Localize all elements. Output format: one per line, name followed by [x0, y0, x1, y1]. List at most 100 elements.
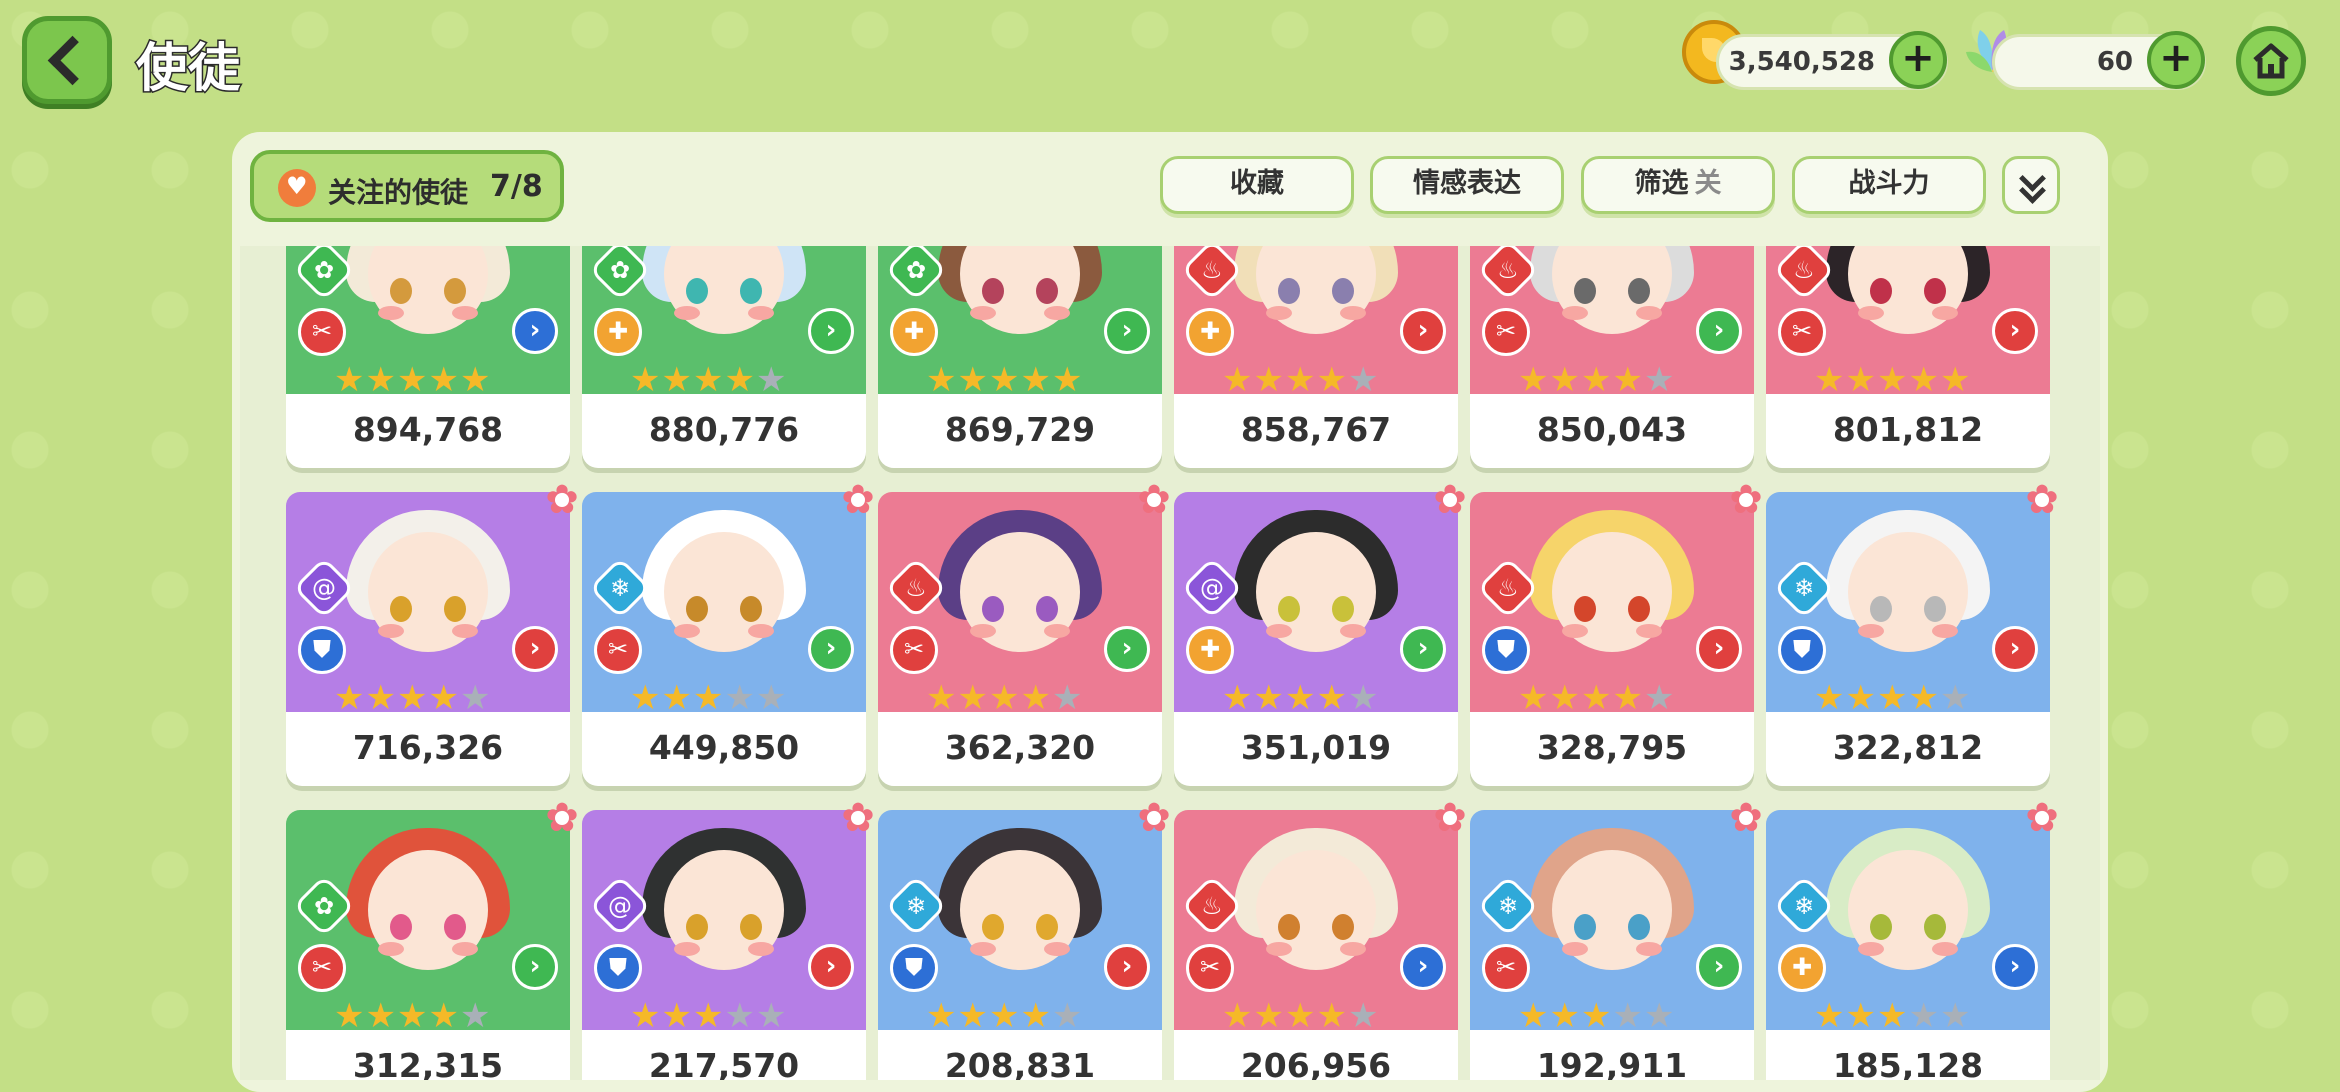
apostle-card[interactable]: ✿ ✚ › ★ ★ ★ ★ ★ 880,776 [582, 246, 866, 470]
followed-apostles-button[interactable]: 关注的使徒 7/8 [250, 150, 564, 222]
apostle-blush [378, 942, 404, 956]
apostle-card[interactable]: ❄ ⛊ › ★ ★ ★ ★ ★ 322,812 ✿ [1766, 480, 2059, 788]
add-gem-button[interactable]: + [2147, 31, 2205, 89]
filter-button[interactable]: 筛选关 [1581, 156, 1775, 214]
heart-icon [278, 169, 316, 207]
star-filled-icon: ★ [926, 678, 957, 718]
star-rating: ★ ★ ★ ★ ★ [630, 680, 786, 716]
apostle-card[interactable]: ♨ ✚ › ★ ★ ★ ★ ★ 858,767 [1174, 246, 1458, 470]
apostle-portrait: ❄ ✂ › ★ ★ ★ ★ ★ [582, 492, 866, 722]
star-filled-icon: ★ [428, 678, 459, 718]
apostle-face [1552, 246, 1672, 334]
emote-button[interactable]: 情感表达 [1370, 156, 1564, 214]
green-chevron-icon: › [1400, 626, 1446, 672]
star-filled-icon: ★ [1316, 678, 1347, 718]
apostle-blush [748, 942, 774, 956]
flower-badge-icon: ✿ [2022, 480, 2062, 520]
flower-badge-icon: ✿ [1430, 798, 1470, 838]
ice-element-icon: ❄ [884, 874, 948, 938]
apostle-eye [1036, 596, 1058, 622]
apostle-portrait: ♨ ✂ › ★ ★ ★ ★ ★ [1174, 810, 1458, 1040]
apostle-card[interactable]: ✿ ✂ › ★ ★ ★ ★ ★ 312,315 ✿ [286, 798, 579, 1080]
apostle-blush [970, 942, 996, 956]
apostle-eye [1870, 596, 1892, 622]
apostle-portrait: ✿ ✂ › ★ ★ ★ ★ ★ [286, 810, 570, 1040]
add-gold-button[interactable]: + [1889, 31, 1947, 89]
apostle-eye [444, 596, 466, 622]
star-rating: ★ ★ ★ ★ ★ [1222, 362, 1378, 398]
combat-power: 801,812 [1832, 410, 1984, 449]
apostle-card[interactable]: ♨ ✂ › ★ ★ ★ ★ ★ 206,956 ✿ [1174, 798, 1467, 1080]
wind-element-icon: ✿ [292, 874, 356, 938]
star-rating: ★ ★ ★ ★ ★ [926, 998, 1082, 1034]
star-filled-icon: ★ [1939, 360, 1971, 400]
apostle-portrait: @ ⛊ › ★ ★ ★ ★ ★ [582, 810, 866, 1040]
apostle-eye [1332, 278, 1354, 304]
attack-class-icon: ✂ [298, 308, 346, 356]
blue-chevron-icon: › [512, 308, 558, 354]
ice-element-icon: ❄ [1772, 874, 1836, 938]
star-rating: ★ ★ ★ ★ ★ [1814, 362, 1970, 398]
star-empty-icon: ★ [755, 996, 787, 1036]
apostle-blush [378, 306, 404, 320]
apostle-card[interactable]: ❄ ✂ › ★ ★ ★ ★ ★ 192,911 ✿ [1470, 798, 1763, 1080]
star-filled-icon: ★ [1316, 996, 1347, 1036]
apostle-portrait: ✿ ✚ › ★ ★ ★ ★ ★ [878, 246, 1162, 404]
apostle-card[interactable]: ♨ ✂ › ★ ★ ★ ★ ★ 850,043 [1470, 246, 1754, 470]
star-empty-icon: ★ [1908, 996, 1939, 1036]
apostle-blush [1562, 306, 1588, 320]
home-button[interactable] [2236, 26, 2306, 96]
apostle-card[interactable]: ♨ ✂ › ★ ★ ★ ★ ★ 362,320 ✿ [878, 480, 1171, 788]
apostle-eye [1924, 596, 1946, 622]
apostle-grid[interactable]: ✿ ✂ › ★ ★ ★ ★ ★ 894,768 ✿ ✚ › ★ ★ ★ ★ ★ 880,776 ✿ ✚ › ★ ★ ★ ★ ★ 86… [240, 246, 2100, 1080]
red-chevron-icon: › [1696, 626, 1742, 672]
sort-power-button[interactable]: 战斗力 [1792, 156, 1986, 214]
void-element-icon: @ [1180, 556, 1244, 620]
flower-badge-icon: ✿ [838, 798, 878, 838]
apostle-blush [674, 942, 700, 956]
apostle-face [1256, 246, 1376, 334]
apostle-card[interactable]: ✿ ✚ › ★ ★ ★ ★ ★ 869,729 [878, 246, 1162, 470]
apostle-eye [1278, 596, 1300, 622]
apostle-blush [1340, 942, 1366, 956]
back-button[interactable] [22, 16, 112, 104]
apostle-card[interactable]: ❄ ⛊ › ★ ★ ★ ★ ★ 208,831 ✿ [878, 798, 1171, 1080]
flower-badge-icon: ✿ [542, 798, 582, 838]
apostle-card[interactable]: @ ⛊ › ★ ★ ★ ★ ★ 716,326 ✿ [286, 480, 579, 788]
combat-power: 351,019 [1240, 728, 1392, 767]
star-filled-icon: ★ [1020, 996, 1051, 1036]
star-empty-icon: ★ [1051, 996, 1083, 1036]
apostle-card[interactable]: ❄ ✚ › ★ ★ ★ ★ ★ 185,128 ✿ [1766, 798, 2059, 1080]
combat-power: 192,911 [1536, 1046, 1688, 1080]
apostle-card[interactable]: ❄ ✂ › ★ ★ ★ ★ ★ 449,850 ✿ [582, 480, 875, 788]
red-chevron-icon: › [808, 944, 854, 990]
star-rating: ★ ★ ★ ★ ★ [334, 998, 490, 1034]
apostle-eye [686, 914, 708, 940]
apostle-card[interactable]: ✿ ✂ › ★ ★ ★ ★ ★ 894,768 [286, 246, 570, 470]
apostle-card[interactable]: @ ✚ › ★ ★ ★ ★ ★ 351,019 ✿ [1174, 480, 1467, 788]
star-filled-icon: ★ [334, 678, 365, 718]
apostle-card[interactable]: @ ⛊ › ★ ★ ★ ★ ★ 217,570 ✿ [582, 798, 875, 1080]
wind-element-icon: ✿ [588, 246, 652, 302]
flower-badge-icon: ✿ [838, 480, 878, 520]
combat-power: 206,956 [1240, 1046, 1392, 1080]
expand-sort-button[interactable] [2002, 156, 2060, 214]
apostle-card[interactable]: ♨ ⛊ › ★ ★ ★ ★ ★ 328,795 ✿ [1470, 480, 1763, 788]
apostle-card[interactable]: ♨ ✂ › ★ ★ ★ ★ ★ 801,812 [1766, 246, 2050, 470]
star-filled-icon: ★ [1518, 360, 1549, 400]
apostle-blush [1932, 306, 1958, 320]
collect-button[interactable]: 收藏 [1160, 156, 1354, 214]
star-filled-icon: ★ [1814, 678, 1845, 718]
green-chevron-icon: › [808, 308, 854, 354]
apostle-eye [1574, 596, 1596, 622]
defense-class-icon: ⛊ [1778, 626, 1826, 674]
star-filled-icon: ★ [1020, 678, 1051, 718]
apostle-portrait: ❄ ⛊ › ★ ★ ★ ★ ★ [878, 810, 1162, 1040]
apostle-face [1848, 246, 1968, 334]
star-filled-icon: ★ [630, 678, 661, 718]
apostle-eye [444, 914, 466, 940]
wind-element-icon: ✿ [292, 246, 356, 302]
flower-badge-icon: ✿ [542, 480, 582, 520]
apostle-blush [1266, 306, 1292, 320]
star-filled-icon: ★ [1814, 996, 1845, 1036]
